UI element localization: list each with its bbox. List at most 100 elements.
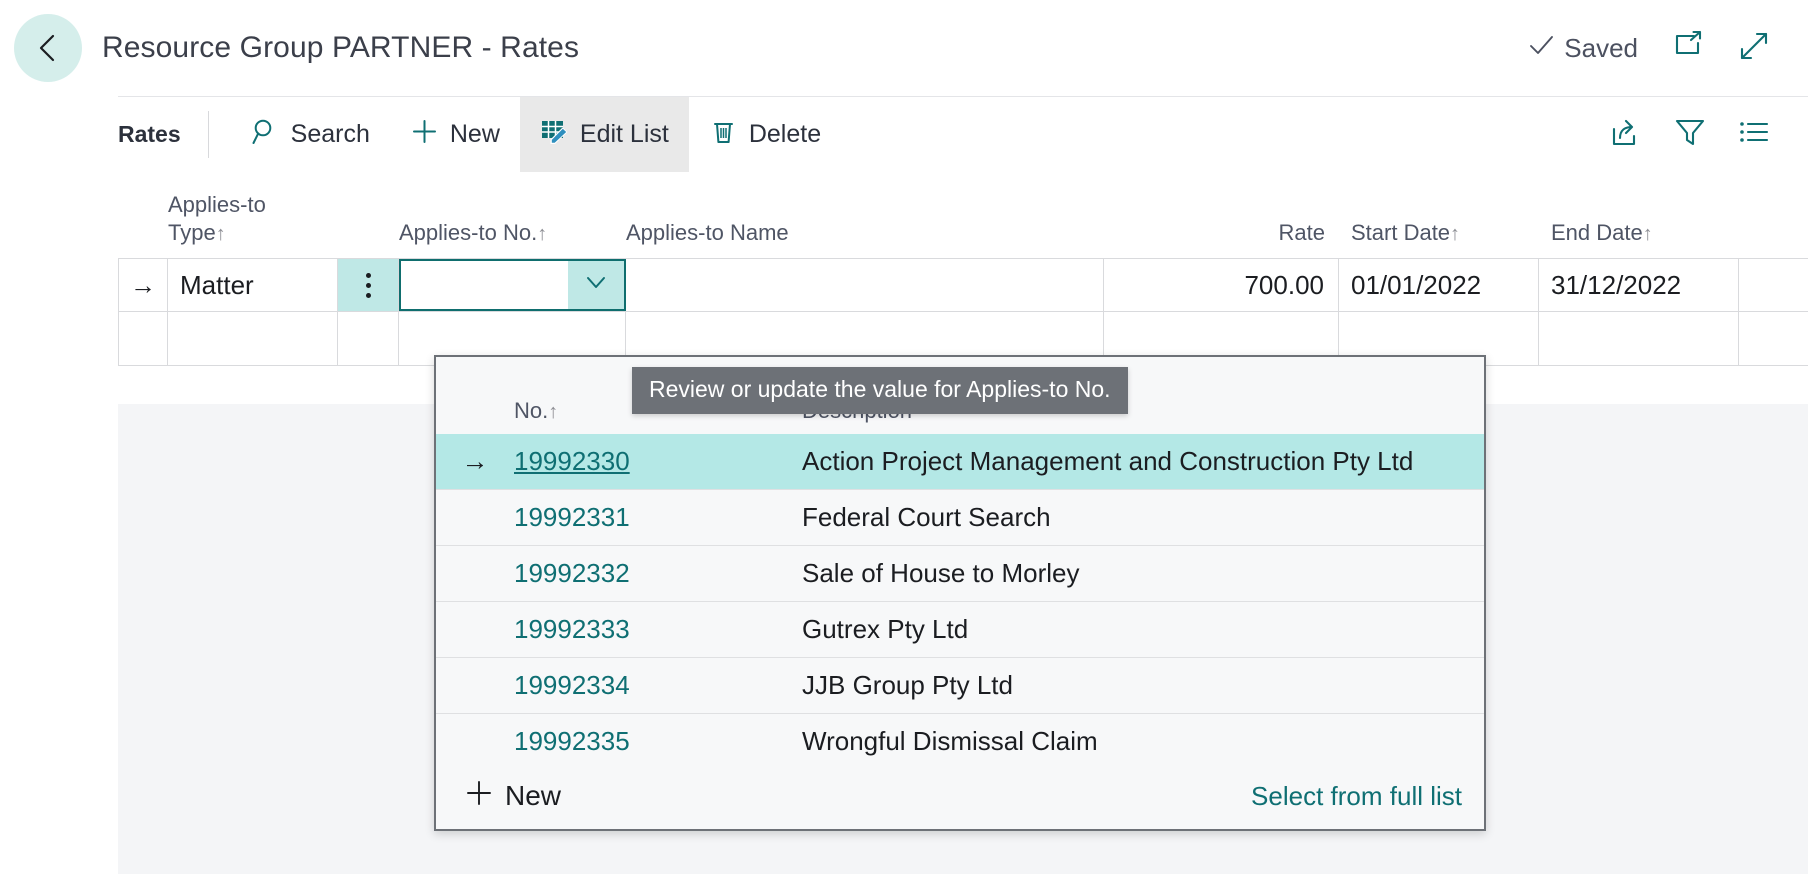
col-header-applies-to-type-line1: Applies-to bbox=[168, 191, 266, 217]
open-in-new-window-icon bbox=[1672, 30, 1704, 67]
sort-ascending-icon: ↑ bbox=[548, 401, 559, 423]
list-item-no[interactable]: 19992334 bbox=[514, 670, 802, 701]
list-item[interactable]: → 19992330 Action Project Management and… bbox=[436, 434, 1484, 490]
empty-cell-rowmenu[interactable] bbox=[338, 312, 399, 365]
empty-cell-applies-to-type[interactable] bbox=[168, 312, 338, 365]
col-header-start-date-label: Start Date bbox=[1351, 219, 1451, 245]
list-item[interactable]: 19992335 Wrongful Dismissal Claim bbox=[436, 714, 1484, 770]
share-icon bbox=[1610, 116, 1642, 153]
delete-button[interactable]: Delete bbox=[689, 97, 841, 172]
plus-icon bbox=[410, 117, 439, 153]
edit-list-button[interactable]: Edit List bbox=[519, 97, 689, 172]
dropdown-col-header-no-label: No. bbox=[514, 398, 549, 423]
saved-status: Saved bbox=[1527, 31, 1638, 66]
list-item-description: Gutrex Pty Ltd bbox=[802, 614, 969, 644]
list-item-description: Federal Court Search bbox=[802, 502, 1051, 532]
list-item-description: JJB Group Pty Ltd bbox=[802, 670, 1013, 700]
applies-to-no-dropdown-panel[interactable]: No.↑ Description → 19992330 Action Proje… bbox=[434, 355, 1486, 831]
page-header: Resource Group PARTNER - Rates Saved bbox=[0, 0, 1808, 96]
applies-to-no-dropdown-button[interactable] bbox=[568, 261, 624, 309]
rates-grid: Applies-to Type↑ Applies-to No.↑ Applies… bbox=[118, 172, 1808, 366]
list-item-no[interactable]: 19992331 bbox=[514, 502, 802, 533]
row-menu-button[interactable] bbox=[338, 259, 399, 311]
arrow-left-icon bbox=[31, 31, 65, 65]
new-label: New bbox=[449, 120, 500, 148]
search-icon bbox=[251, 117, 280, 153]
cell-rate[interactable]: 700.00 bbox=[1104, 259, 1339, 311]
select-from-full-list-link[interactable]: Select from full list bbox=[1251, 781, 1462, 812]
dropdown-new-label: New bbox=[505, 780, 562, 811]
new-button[interactable]: New bbox=[390, 97, 520, 172]
empty-row-indicator bbox=[118, 312, 168, 365]
list-item-no[interactable]: 19992332 bbox=[514, 558, 802, 589]
plus-icon bbox=[464, 778, 494, 815]
dropdown-footer: New Select from full list bbox=[436, 763, 1484, 829]
chevron-down-icon bbox=[582, 268, 610, 303]
edit-list-icon bbox=[540, 117, 569, 153]
list-item[interactable]: 19992332 Sale of House to Morley bbox=[436, 546, 1484, 602]
list-options-button[interactable] bbox=[1738, 116, 1770, 153]
row-indicator: → bbox=[118, 259, 168, 311]
search-label: Search bbox=[290, 120, 370, 148]
col-header-applies-to-type[interactable]: Applies-to Type↑ bbox=[168, 191, 338, 258]
vertical-ellipsis-icon bbox=[365, 272, 371, 298]
col-header-end-date-label: End Date bbox=[1551, 219, 1643, 245]
dropdown-new-button[interactable]: New bbox=[464, 778, 561, 815]
back-button[interactable] bbox=[14, 14, 82, 82]
col-header-rate[interactable]: Rate bbox=[1104, 219, 1339, 258]
list-item-no[interactable]: 19992333 bbox=[514, 614, 802, 645]
check-icon bbox=[1527, 31, 1555, 66]
expand-full-screen-icon bbox=[1738, 30, 1770, 67]
table-row[interactable]: → Matter 700.00 01/01/2022 31/12/2022 bbox=[118, 258, 1808, 312]
trash-icon bbox=[709, 117, 738, 153]
list-item[interactable]: 19992334 JJB Group Pty Ltd bbox=[436, 658, 1484, 714]
col-header-applies-to-no-label: Applies-to No. bbox=[399, 219, 538, 245]
col-header-start-date[interactable]: Start Date↑ bbox=[1339, 219, 1539, 258]
share-button[interactable] bbox=[1610, 116, 1642, 153]
cell-start-date[interactable]: 01/01/2022 bbox=[1339, 259, 1539, 311]
command-bar-label: Rates bbox=[118, 121, 181, 147]
delete-label: Delete bbox=[748, 120, 822, 148]
saved-label: Saved bbox=[1564, 32, 1638, 63]
command-bar-right-icons bbox=[1610, 97, 1808, 172]
col-header-applies-to-name-label: Applies-to Name bbox=[626, 220, 789, 246]
list-options-icon bbox=[1738, 116, 1770, 153]
filter-icon bbox=[1674, 116, 1706, 153]
cell-applies-to-type[interactable]: Matter bbox=[168, 259, 338, 311]
command-bar: Rates Search New Edit List Delete bbox=[118, 96, 1808, 172]
list-item[interactable]: 19992331 Federal Court Search bbox=[436, 490, 1484, 546]
sort-ascending-icon: ↑ bbox=[1450, 222, 1461, 245]
col-header-rate-label: Rate bbox=[1278, 220, 1325, 246]
applies-to-no-input-text[interactable] bbox=[401, 261, 568, 309]
header-right-actions: Saved bbox=[1527, 30, 1808, 67]
expand-full-screen-button[interactable] bbox=[1738, 30, 1770, 67]
sort-ascending-icon: ↑ bbox=[537, 222, 548, 245]
list-item-description: Action Project Management and Constructi… bbox=[802, 446, 1414, 476]
col-header-indicator bbox=[118, 247, 168, 258]
list-item-description: Sale of House to Morley bbox=[802, 558, 1080, 588]
list-item[interactable]: 19992333 Gutrex Pty Ltd bbox=[436, 602, 1484, 658]
search-button[interactable]: Search bbox=[231, 97, 390, 172]
cell-applies-to-name[interactable] bbox=[626, 259, 1104, 311]
col-header-applies-to-type-line2: Type bbox=[168, 219, 216, 245]
tooltip: Review or update the value for Applies-t… bbox=[632, 367, 1128, 414]
cell-end-date[interactable]: 31/12/2022 bbox=[1539, 259, 1739, 311]
page-title: Resource Group PARTNER - Rates bbox=[102, 31, 580, 64]
col-header-rowmenu-spacer bbox=[338, 247, 399, 258]
filter-button[interactable] bbox=[1674, 116, 1706, 153]
applies-to-no-input[interactable] bbox=[399, 259, 626, 311]
col-header-applies-to-name[interactable]: Applies-to Name bbox=[626, 219, 1104, 258]
list-item-indicator: → bbox=[461, 446, 489, 476]
col-header-applies-to-no[interactable]: Applies-to No.↑ bbox=[399, 219, 626, 258]
sort-ascending-icon: ↑ bbox=[1642, 222, 1653, 245]
col-header-end-date[interactable]: End Date↑ bbox=[1539, 219, 1739, 258]
list-item-description: Wrongful Dismissal Claim bbox=[802, 726, 1098, 756]
grid-column-headers: Applies-to Type↑ Applies-to No.↑ Applies… bbox=[118, 172, 1808, 258]
open-in-new-window-button[interactable] bbox=[1672, 30, 1704, 67]
list-item-no[interactable]: 19992335 bbox=[514, 726, 802, 757]
list-item-no[interactable]: 19992330 bbox=[514, 446, 802, 477]
edit-list-label: Edit List bbox=[579, 120, 669, 148]
command-bar-items: Search New Edit List Delete bbox=[209, 97, 841, 172]
empty-cell-end-date[interactable] bbox=[1539, 312, 1739, 365]
sort-ascending-icon: ↑ bbox=[215, 222, 226, 245]
